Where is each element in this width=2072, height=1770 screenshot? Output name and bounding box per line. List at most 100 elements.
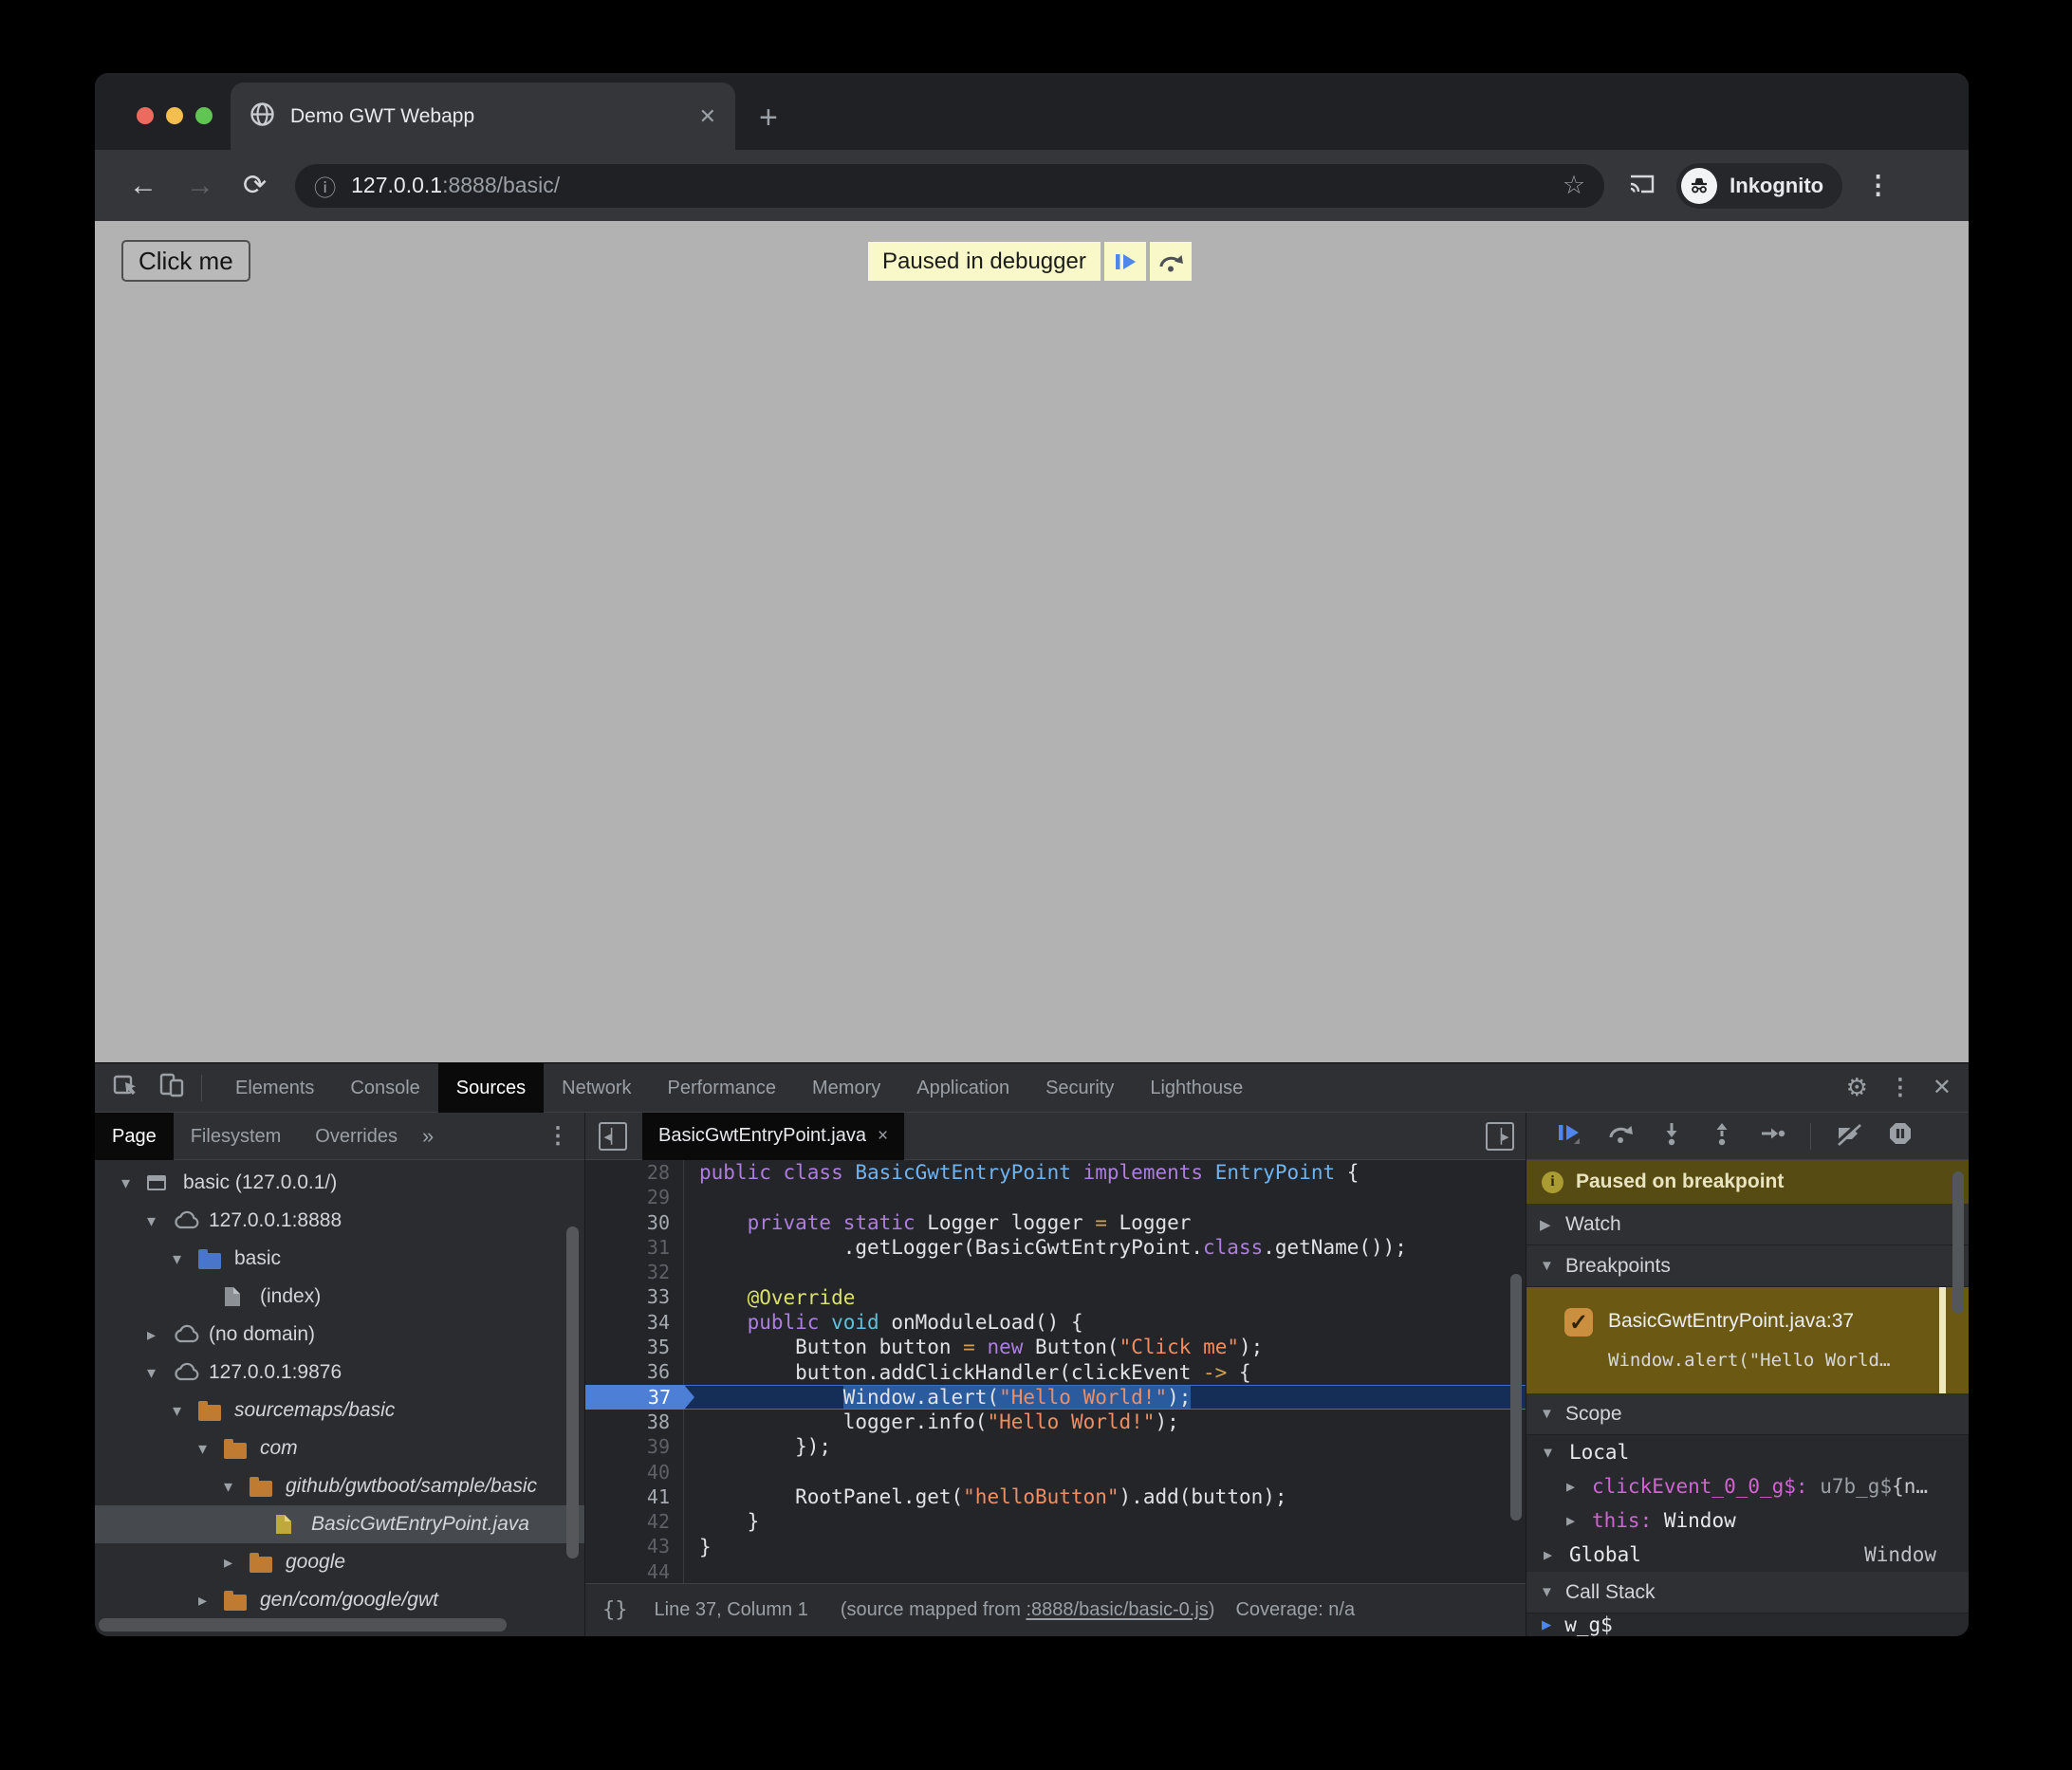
navigator-menu-icon[interactable]: ⋮ (546, 1122, 569, 1150)
new-tab-button[interactable]: + (759, 100, 778, 137)
tree-expander-icon[interactable]: ▾ (173, 1249, 198, 1269)
devtools-tab-security[interactable]: Security (1027, 1063, 1132, 1113)
watch-section-header[interactable]: ▶ Watch (1526, 1204, 1969, 1245)
line-number[interactable]: 39 (585, 1434, 684, 1459)
line-number[interactable]: 41 (585, 1484, 684, 1509)
toggle-navigator-icon[interactable]: ◂▏ (599, 1122, 627, 1151)
code-line[interactable]: 29 (585, 1185, 1526, 1209)
tree-item[interactable]: ▾basic (127.0.0.1/) (95, 1164, 584, 1202)
tree-expander-icon[interactable]: ▾ (147, 1211, 173, 1231)
tree-item[interactable]: ▾basic (95, 1240, 584, 1278)
resume-script-icon[interactable] (1104, 242, 1146, 281)
tree-expander-icon[interactable]: ▾ (224, 1477, 250, 1497)
tree-expander-icon[interactable]: ▾ (121, 1173, 147, 1193)
deactivate-breakpoints-button[interactable] (1835, 1121, 1861, 1151)
line-number[interactable]: 32 (585, 1260, 684, 1284)
tree-expander-icon[interactable]: ▾ (173, 1401, 198, 1421)
line-number[interactable]: 28 (585, 1160, 684, 1185)
browser-tab[interactable]: Demo GWT Webapp ✕ (231, 83, 735, 150)
line-number[interactable]: 43 (585, 1534, 684, 1558)
tab-filesystem[interactable]: Filesystem (174, 1113, 299, 1160)
editor-file-tab[interactable]: BasicGwtEntryPoint.java × (642, 1113, 904, 1160)
browser-menu-icon[interactable]: ⋮ (1865, 171, 1891, 200)
devtools-close-icon[interactable]: ✕ (1933, 1074, 1952, 1101)
line-number[interactable]: 35 (585, 1335, 684, 1359)
step-over-icon[interactable] (1150, 242, 1192, 281)
devtools-tab-lighthouse[interactable]: Lighthouse (1132, 1063, 1261, 1113)
code-line[interactable]: 33 @Override (585, 1284, 1526, 1309)
line-number[interactable]: 30 (585, 1210, 684, 1235)
scope-variable-row[interactable]: ▶ this: Window (1526, 1503, 1969, 1538)
url-text[interactable]: 127.0.0.1:8888/basic/ (351, 173, 560, 198)
callstack-frame[interactable]: ▶ w_g$ (1526, 1613, 1969, 1636)
tab-page[interactable]: Page (95, 1113, 174, 1160)
tree-item[interactable]: ▾com (95, 1429, 584, 1467)
tree-expander-icon[interactable]: ▾ (147, 1363, 173, 1383)
settings-gear-icon[interactable]: ⚙ (1846, 1073, 1868, 1102)
line-number[interactable]: 29 (585, 1185, 684, 1209)
line-number[interactable]: 37 (585, 1385, 684, 1410)
code-line[interactable]: 34 public void onModuleLoad() { (585, 1310, 1526, 1335)
code-line[interactable]: 41 RootPanel.get("helloButton").add(butt… (585, 1484, 1526, 1509)
minimize-window-button[interactable] (166, 107, 183, 124)
device-toolbar-icon[interactable] (157, 1071, 186, 1104)
tree-item[interactable]: ▾127.0.0.1:8888 (95, 1202, 584, 1240)
step-button[interactable] (1760, 1121, 1786, 1151)
tree-expander-icon[interactable]: ▸ (147, 1325, 173, 1345)
code-area[interactable]: 28public class BasicGwtEntryPoint implem… (585, 1160, 1526, 1583)
resume-button[interactable] (1557, 1122, 1582, 1150)
line-number[interactable]: 40 (585, 1460, 684, 1484)
devtools-menu-icon[interactable]: ⋮ (1889, 1074, 1912, 1101)
open-file-navigation-icon[interactable]: ▕▸ (1486, 1122, 1514, 1151)
tree-item[interactable]: BasicGwtEntryPoint.java (95, 1505, 584, 1543)
scope-local-row[interactable]: ▼ Local (1526, 1435, 1969, 1469)
tree-item[interactable]: ▸google (95, 1543, 584, 1581)
editor-tab-close-icon[interactable]: × (878, 1126, 888, 1147)
tree-vertical-scrollbar[interactable] (566, 1226, 579, 1558)
code-line[interactable]: 32 (585, 1260, 1526, 1284)
back-button[interactable]: ← (129, 170, 157, 202)
devtools-tab-application[interactable]: Application (898, 1063, 1027, 1113)
devtools-tab-performance[interactable]: Performance (650, 1063, 795, 1113)
maximize-window-button[interactable] (195, 107, 213, 124)
close-window-button[interactable] (137, 107, 154, 124)
callstack-section-header[interactable]: ▼ Call Stack (1526, 1572, 1969, 1613)
mapped-file-link[interactable]: :8888/basic/basic-0.js (1026, 1599, 1208, 1620)
code-line[interactable]: 42 } (585, 1509, 1526, 1534)
tree-item[interactable]: ▸gen/com/google/gwt (95, 1581, 584, 1619)
code-line[interactable]: 36 button.addClickHandler(clickEvent -> … (585, 1359, 1526, 1384)
tab-close-icon[interactable]: ✕ (699, 104, 716, 129)
tree-item[interactable]: ▾github/gwtboot/sample/basic (95, 1467, 584, 1505)
click-me-button[interactable]: Click me (121, 240, 250, 282)
code-line[interactable]: 39 }); (585, 1434, 1526, 1459)
pause-on-exceptions-button[interactable] (1887, 1120, 1914, 1152)
devtools-tab-memory[interactable]: Memory (794, 1063, 898, 1113)
debugger-panel-scrollbar[interactable] (1952, 1171, 1964, 1314)
breakpoints-section-header[interactable]: ▼ Breakpoints (1526, 1245, 1969, 1287)
editor-scrollbar[interactable] (1510, 1274, 1522, 1521)
devtools-tab-console[interactable]: Console (332, 1063, 437, 1113)
code-line[interactable]: 35 Button button = new Button("Click me"… (585, 1335, 1526, 1359)
line-number[interactable]: 36 (585, 1359, 684, 1384)
site-info-icon[interactable]: ⓘ (314, 170, 336, 202)
forward-button[interactable]: → (186, 170, 214, 202)
tree-horizontal-scrollbar[interactable] (99, 1618, 507, 1632)
step-out-button[interactable] (1710, 1121, 1734, 1151)
code-line[interactable]: 44 (585, 1559, 1526, 1583)
step-over-button[interactable] (1607, 1121, 1634, 1151)
breakpoint-checkbox[interactable]: ✓ (1564, 1308, 1593, 1337)
code-line[interactable]: 38 logger.info("Hello World!"); (585, 1410, 1526, 1434)
line-number[interactable]: 34 (585, 1310, 684, 1335)
tab-overrides[interactable]: Overrides (298, 1113, 415, 1160)
more-tabs-icon[interactable]: » (422, 1124, 434, 1149)
devtools-tab-network[interactable]: Network (544, 1063, 649, 1113)
bookmark-star-icon[interactable]: ☆ (1563, 171, 1585, 200)
tree-expander-icon[interactable]: ▸ (198, 1591, 224, 1611)
devtools-tab-sources[interactable]: Sources (438, 1063, 544, 1113)
address-bar[interactable]: ⓘ 127.0.0.1:8888/basic/ ☆ (295, 164, 1604, 208)
scope-global-row[interactable]: ▶ Global Window (1526, 1538, 1969, 1572)
reload-button[interactable]: ⟳ (243, 169, 267, 202)
tree-expander-icon[interactable]: ▸ (224, 1553, 250, 1573)
code-line[interactable]: 31 .getLogger(BasicGwtEntryPoint.class.g… (585, 1235, 1526, 1260)
scope-section-header[interactable]: ▼ Scope (1526, 1393, 1969, 1435)
